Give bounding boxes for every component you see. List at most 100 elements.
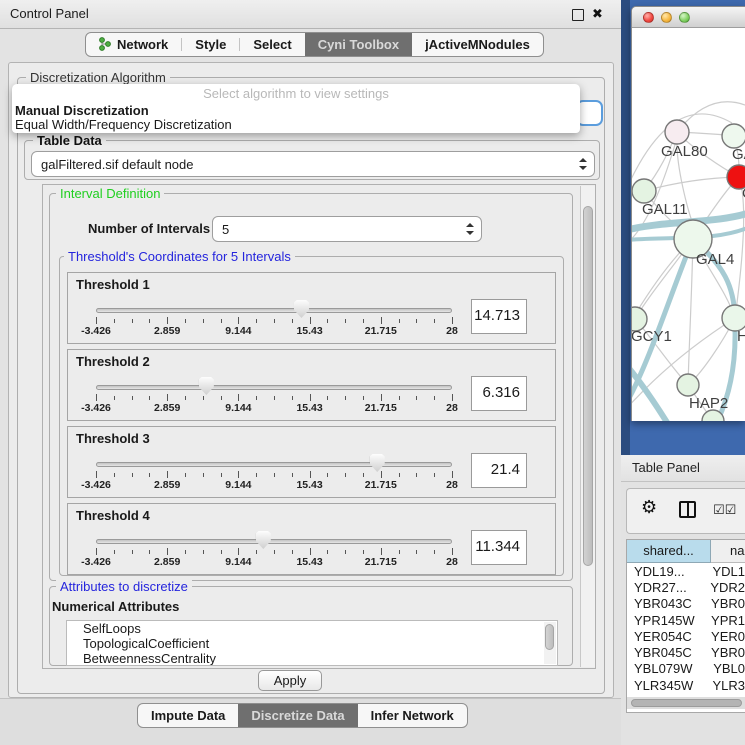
slider-thumb[interactable] [256,531,271,549]
window-zoom-button[interactable] [679,12,690,23]
network-node[interactable] [632,179,656,203]
tick-mark [238,548,239,555]
list-scrollbar[interactable] [544,622,556,664]
network-node[interactable] [677,374,699,396]
slider-thumb[interactable] [370,454,385,472]
threshold-value-field[interactable]: 14.713 [471,299,527,334]
threshold-panel: Threshold 2 -3.4262.8599.14415.4321.7152… [67,349,556,421]
cell-name[interactable]: YDR2 [702,580,745,595]
cell-shared-name[interactable]: YBR043C [627,596,703,611]
cell-name[interactable]: YLR3 [704,678,745,693]
tab-discretize-data[interactable]: Discretize Data [238,704,357,727]
algorithm-placeholder-option[interactable]: Select algorithm to view settings [12,86,580,101]
tick-mark [399,550,400,554]
cell-shared-name[interactable]: YBR045C [627,645,703,660]
cell-shared-name[interactable]: YBL079W [627,661,705,676]
table-h-scrollbar-thumb[interactable] [631,699,742,707]
tab-infer-network[interactable]: Infer Network [358,704,467,727]
cell-name[interactable]: YBL0 [705,661,745,676]
attribute-list-item[interactable]: SelfLoops [67,621,557,636]
network-edge-highlighted[interactable] [632,366,668,421]
cell-shared-name[interactable]: YLR345W [627,678,704,693]
tab-style[interactable]: Style [182,33,239,56]
algorithm-combobox[interactable] [576,100,603,126]
cell-name[interactable]: YDL1 [704,564,745,579]
network-edge[interactable] [688,239,693,385]
tab-network[interactable]: Network [86,33,181,56]
tick-label: 9.144 [208,402,268,414]
tick-mark [114,550,115,554]
apply-button[interactable]: Apply [258,670,322,691]
cell-name[interactable]: YBR0 [703,645,745,660]
settings-scrollbar-thumb[interactable] [583,206,593,566]
table-row[interactable]: YBR043CYBR0 [627,596,745,612]
column-header-name[interactable]: na [711,540,745,563]
table-row[interactable]: YDL19...YDL1 [627,563,745,579]
network-edge[interactable] [644,177,739,191]
threshold-value-field[interactable]: 6.316 [471,376,527,411]
list-scrollbar-thumb[interactable] [545,624,554,650]
splitpane-divider[interactable] [621,0,630,455]
table-row[interactable]: YER054CYER0 [627,628,745,644]
table-row[interactable]: YLR345WYLR3 [627,677,745,693]
tick-label: 2.859 [137,325,197,337]
attribute-list-item[interactable]: TopologicalCoefficient [67,636,557,651]
table-row[interactable]: YIL053CYIL0 [627,693,745,695]
column-header-shared-name[interactable]: shared... [627,540,711,563]
tab-impute-data[interactable]: Impute Data [138,704,238,727]
tab-cyni-toolbox[interactable]: Cyni Toolbox [305,33,412,56]
tick-label: 21.715 [351,402,411,414]
attribute-list-item[interactable]: BetweennessCentrality [67,651,557,666]
algorithm-option-equal-width[interactable]: Equal Width/Frequency Discretization [15,117,232,132]
table-row[interactable]: YBR045CYBR0 [627,644,745,660]
cell-name[interactable]: YBR0 [703,596,745,611]
numerical-attributes-list[interactable]: SelfLoopsTopologicalCoefficientBetweenne… [66,620,558,666]
slider-track[interactable] [96,539,452,544]
threshold-value-field[interactable]: 11.344 [471,530,527,565]
tab-select[interactable]: Select [240,33,304,56]
algorithm-option-manual[interactable]: Manual Discretization [15,103,149,118]
checkbox-icons[interactable]: ☑☑ [713,502,736,518]
tick-mark [416,396,417,400]
cell-shared-name[interactable]: YDR27... [627,580,702,595]
number-of-intervals-combobox[interactable]: 5 [212,216,482,242]
gear-icon[interactable]: ⚙ [641,498,657,516]
table-row[interactable]: YDR27...YDR2 [627,579,745,595]
tick-mark [256,319,257,323]
cell-shared-name[interactable]: YPR145W [627,613,703,628]
network-node[interactable] [722,124,745,148]
cell-shared-name[interactable]: YER054C [627,629,703,644]
tick-label: -3.426 [66,479,126,491]
network-window-titlebar[interactable] [632,7,745,28]
tick-mark [363,319,364,323]
window-close-button[interactable] [643,12,654,23]
table-row[interactable]: YBL079WYBL0 [627,661,745,677]
table-data-value: galFiltered.sif default node [41,152,193,176]
cell-shared-name[interactable]: YDL19... [627,564,704,579]
split-view-icon[interactable] [679,501,696,518]
cell-name[interactable]: YPR1 [703,613,745,628]
table-h-scrollbar[interactable] [627,697,745,709]
slider-track[interactable] [96,308,452,313]
slider-track[interactable] [96,462,452,467]
network-node-label: HAP2 [689,395,728,412]
network-canvas[interactable]: GAL80GACGAL11GAL4GCY1HHAP2 [632,28,745,421]
tick-label: -3.426 [66,325,126,337]
tab-jactivemnodules[interactable]: jActiveMNodules [412,33,543,56]
slider-thumb[interactable] [199,377,214,395]
cell-name[interactable]: YER0 [703,629,745,644]
algorithm-settings-scrollpane: Interval Definition Number of Intervals … [42,184,596,669]
cell-shared-name[interactable]: YIL053C [627,694,710,695]
tick-mark [452,394,453,401]
window-minimize-button[interactable] [661,12,672,23]
cell-name[interactable]: YIL0 [710,694,745,695]
network-node[interactable] [665,120,689,144]
slider-track[interactable] [96,385,452,390]
table-data-combobox[interactable]: galFiltered.sif default node [31,151,595,177]
threshold-value-field[interactable]: 21.4 [471,453,527,488]
table-row[interactable]: YPR145WYPR1 [627,612,745,628]
float-window-icon[interactable] [572,9,584,21]
settings-scrollbar[interactable] [580,186,595,667]
slider-thumb[interactable] [294,300,309,318]
close-icon[interactable]: ✖ [592,6,603,22]
